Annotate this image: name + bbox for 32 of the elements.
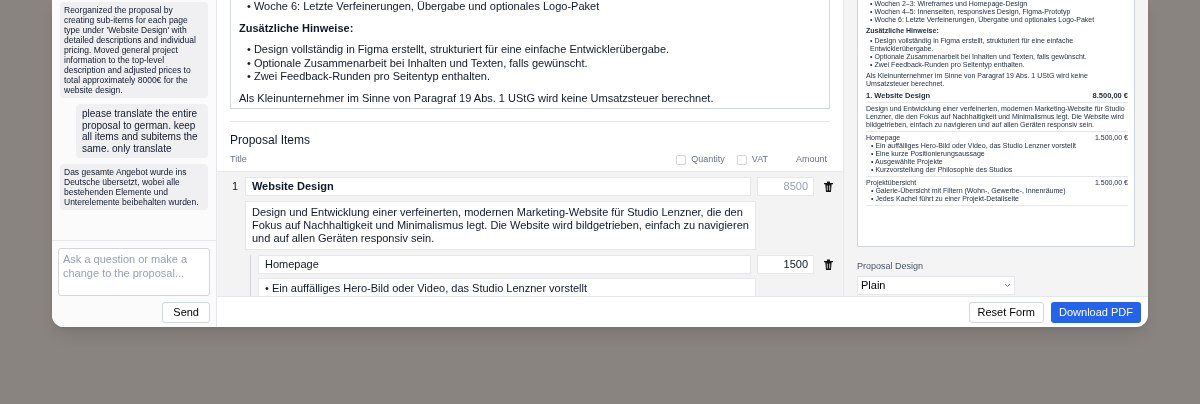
design-select[interactable]: Plain [857, 275, 1015, 295]
column-header: Amount [795, 153, 827, 167]
bullet-item: • Woche 6: Letzte Verfeinerungen, Übergabe und optionales Logo-Paket [246, 0, 601, 14]
reset-form-button[interactable]: Reset Form [968, 301, 1044, 323]
checkbox[interactable] [736, 155, 747, 165]
bullet-item: • Design vollständig in Figma erstellt, strukturiert für eine einfache Entwicklerübergabe. [246, 43, 671, 57]
send-button[interactable]: Send [162, 302, 210, 323]
section-heading: Proposal Items [230, 132, 312, 149]
item-title-field[interactable]: Website Design [244, 177, 751, 196]
assistant-message: Das gesamte Angebot wurde ins Deutsche übersetzt, wobei alle bestehenden Elemente und Unterelemente beibehalten wurden. [60, 164, 208, 210]
download-pdf-button[interactable]: Download PDF [1051, 301, 1141, 323]
description-editor[interactable] [230, 0, 830, 109]
bullet-item: • Zwei Feedback-Runden pro Seitentyp enthalten. [246, 70, 491, 84]
subitem-title-field[interactable]: Homepage [258, 255, 751, 274]
assistant-message: Reorganized the proposal by creating sub-items for each page type under 'Website Design' with detailed descriptions and individual pricing. Moved general project information to the top-level description and adjusted prices to total approximately 8000€ for the website design. [60, 2, 208, 98]
trash-icon[interactable] [824, 259, 833, 270]
trash-icon[interactable] [824, 181, 833, 192]
column-header: VAT [751, 153, 768, 167]
subitem-description-field[interactable]: • Ein auffälliges Hero-Bild oder Video, das Studio Lenzner vorstellt [258, 278, 756, 296]
chevron-down-icon [1004, 282, 1011, 288]
column-header: Quantity [691, 153, 725, 167]
subheading: Zusätzliche Hinweise: [239, 21, 355, 35]
checkbox[interactable] [676, 155, 687, 165]
chat-input[interactable]: Ask a question or make a change to the proposal... [58, 248, 210, 296]
bullet-item: • Optionale Zusammenarbeit bei Inhalten und Texten, falls gewünscht. [246, 56, 589, 70]
item-description-field[interactable]: Design und Entwicklung einer verfeinerten, modernen Marketing-Website für Studio Lenzner, die den Fokus auf Nachhaltigkeit und Minimalismus legt. Die Website wird bildgetrieben, einfach zu navigieren und auf allen Geräten responsiv sein. [245, 201, 756, 250]
amount-field[interactable]: 1500 [756, 255, 815, 274]
field-label: Proposal Design [857, 260, 925, 273]
user-message: please translate the entire proposal to german. keep all items and subitems the same. only translate [76, 104, 208, 158]
item-number: 1 [232, 179, 239, 195]
column-header: Title [230, 153, 247, 167]
paragraph: Als Kleinunternehmer im Sinne von Paragraf 19 Abs. 1 UStG wird keine Umsatzsteuer berechnet. [239, 91, 715, 105]
